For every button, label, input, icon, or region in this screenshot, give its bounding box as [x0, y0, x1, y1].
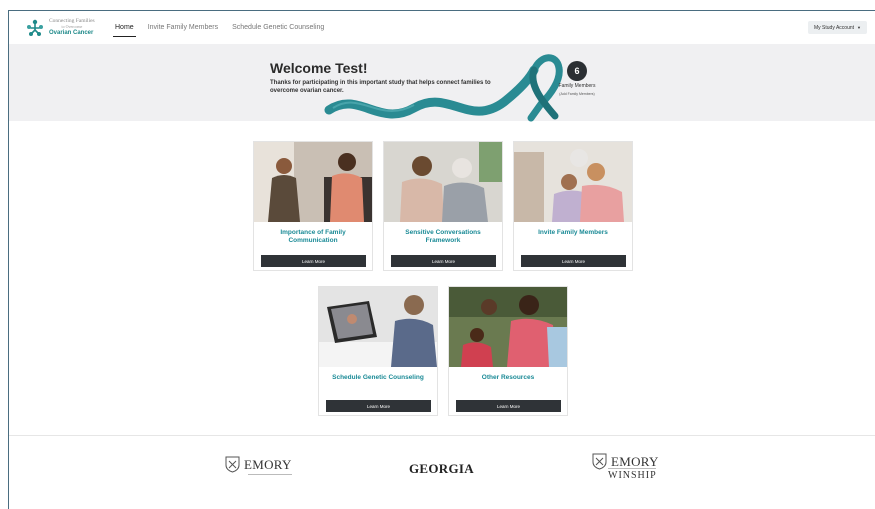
- nav-link-schedule-counseling[interactable]: Schedule Genetic Counseling: [232, 11, 324, 44]
- my-study-account-dropdown[interactable]: My Study Account ▼: [808, 21, 867, 34]
- emory-shield-icon: [225, 456, 240, 473]
- emory-logo-rule: [248, 474, 292, 475]
- brand-line2: to Overcome: [61, 24, 83, 30]
- family-conversation-photo: [254, 142, 372, 222]
- account-label: My Study Account: [814, 24, 855, 31]
- card-schedule-counseling: Schedule Genetic Counseling Learn More: [318, 286, 438, 416]
- caret-down-icon: ▼: [857, 25, 861, 30]
- card-title: Invite Family Members: [538, 229, 608, 236]
- brand-line3: Ovarian Cancer: [49, 30, 94, 37]
- card-title: Importance of Family Communication: [280, 229, 346, 245]
- brand-logo[interactable]: Connecting Families to Overcome Ovarian …: [25, 18, 105, 38]
- welcome-hero: Welcome Test! Thanks for participating i…: [9, 44, 875, 122]
- learn-more-button[interactable]: Learn More: [521, 255, 626, 267]
- card-sensitive-conversations: Sensitive Conversations Framework Learn …: [383, 141, 503, 271]
- nav-link-invite-family[interactable]: Invite Family Members: [148, 11, 218, 44]
- video-call-photo: [319, 287, 437, 367]
- emory-logo: EMORY: [225, 456, 292, 473]
- welcome-subtitle: Thanks for participating in this importa…: [270, 80, 491, 95]
- family-outdoors-photo: [449, 287, 567, 367]
- learn-more-button[interactable]: Learn More: [261, 255, 366, 267]
- three-generations-photo: [514, 142, 632, 222]
- add-family-members-link[interactable]: (Add Family Members): [549, 92, 605, 96]
- georgia-logo-text: GEORGIA: [409, 461, 474, 476]
- footer-divider: [9, 435, 875, 436]
- welcome-title: Welcome Test!: [270, 60, 368, 76]
- card-title: Schedule Genetic Counseling: [332, 374, 424, 381]
- learn-more-button[interactable]: Learn More: [326, 400, 431, 412]
- card-title: Sensitive Conversations Framework: [405, 229, 481, 245]
- learn-more-button[interactable]: Learn More: [456, 400, 561, 412]
- card-invite-family: Invite Family Members Learn More: [513, 141, 633, 271]
- family-count-badge: 6: [567, 61, 587, 81]
- learn-more-button[interactable]: Learn More: [391, 255, 496, 267]
- winship-logo-rule: [608, 468, 656, 469]
- card-other-resources: Other Resources Learn More: [448, 286, 568, 416]
- card-family-communication: Importance of Family Communication Learn…: [253, 141, 373, 271]
- winship-logo-subtext: WINSHIP: [608, 470, 657, 479]
- brand-text: Connecting Families to Overcome Ovarian …: [49, 18, 95, 37]
- emory-logo-text: EMORY: [244, 456, 292, 472]
- card-title: Other Resources: [481, 374, 535, 381]
- nav-links: Home Invite Family Members Schedule Gene…: [113, 11, 338, 44]
- nav-link-home[interactable]: Home: [113, 11, 136, 44]
- mother-daughter-photo: [384, 142, 502, 222]
- family-count-label: Family Members: [558, 83, 596, 89]
- top-navbar: Connecting Families to Overcome Ovarian …: [9, 11, 875, 44]
- emory-shield-icon: [592, 453, 607, 470]
- family-star-logo-icon: [27, 19, 43, 36]
